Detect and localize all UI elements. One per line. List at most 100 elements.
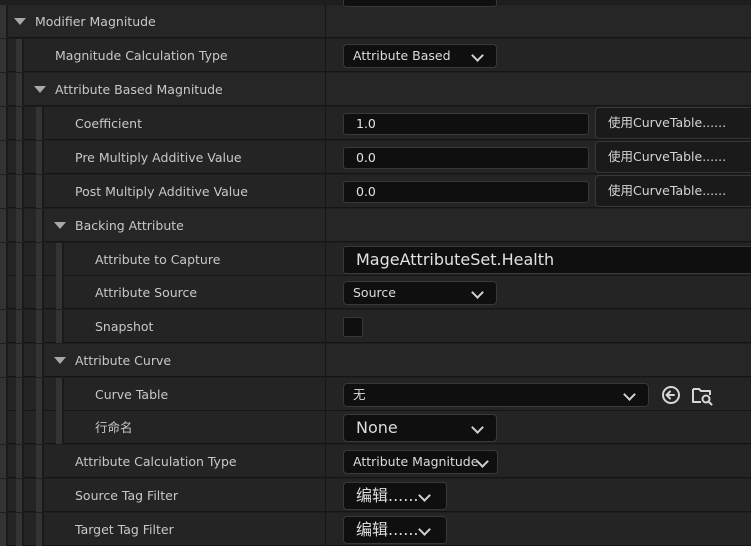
target-tag-filter-row: Target Tag Filter 编辑...... <box>0 513 751 546</box>
indent-bar <box>16 344 24 377</box>
pre-multiply-label: Pre Multiply Additive Value <box>75 150 242 165</box>
coefficient-label: Coefficient <box>75 116 143 131</box>
snapshot-row: Snapshot <box>0 310 751 343</box>
indent-bar <box>36 378 44 411</box>
source-tag-filter-edit-button[interactable]: 编辑...... <box>343 482 447 510</box>
snapshot-checkbox[interactable] <box>343 317 363 337</box>
indent-bar <box>56 310 64 343</box>
attribute-calculation-type-label: Attribute Calculation Type <box>75 454 237 469</box>
attribute-based-magnitude-row[interactable]: Attribute Based Magnitude <box>0 73 751 106</box>
magnitude-calculation-type-row: Magnitude Calculation Type Attribute Bas… <box>0 39 751 72</box>
browse-asset-icon[interactable] <box>690 383 714 407</box>
attribute-source-row: Attribute Source Source <box>0 276 751 309</box>
chevron-down-icon <box>471 286 484 299</box>
expand-arrow-icon[interactable] <box>14 18 26 25</box>
attribute-source-value: Source <box>353 285 396 300</box>
attribute-curve-row[interactable]: Attribute Curve <box>0 344 751 377</box>
indent-bar <box>0 479 8 512</box>
row-name-label: 行命名 <box>95 420 133 435</box>
magnitude-calculation-type-dropdown[interactable]: Attribute Based <box>343 44 497 68</box>
indent-bar <box>36 209 44 242</box>
expand-arrow-icon[interactable] <box>54 222 66 229</box>
indent-bar <box>36 344 44 377</box>
column-divider <box>325 107 326 139</box>
indent-bar <box>36 411 44 444</box>
column-divider <box>325 310 326 342</box>
source-tag-filter-value: 编辑...... <box>356 486 419 505</box>
indent-bar <box>56 378 64 411</box>
coefficient-input[interactable]: 1.0 <box>343 113 589 135</box>
attribute-calculation-type-dropdown[interactable]: Attribute Magnitude <box>343 450 498 474</box>
column-divider <box>325 445 326 477</box>
chevron-down-icon <box>418 489 431 502</box>
row-name-dropdown[interactable]: None <box>343 414 497 442</box>
indent-bar <box>0 411 8 444</box>
indent-bar <box>0 141 8 174</box>
indent-bar <box>0 513 8 546</box>
pre-multiply-input[interactable]: 0.0 <box>343 147 589 169</box>
indent-bar <box>36 479 44 512</box>
indent-bar <box>56 243 64 276</box>
attribute-source-label: Attribute Source <box>95 285 198 300</box>
modifier-magnitude-label: Modifier Magnitude <box>35 14 156 29</box>
indent-bar <box>16 378 24 411</box>
column-divider <box>325 243 326 275</box>
attribute-to-capture-field[interactable]: MageAttributeSet.Health <box>343 246 751 274</box>
row-name-value: None <box>356 418 398 437</box>
indent-bar <box>16 141 24 174</box>
indent-bar <box>16 73 24 106</box>
column-divider <box>325 209 326 241</box>
column-divider <box>325 276 326 308</box>
indent-bar <box>36 107 44 140</box>
pre-multiply-curve-table-button[interactable]: 使用CurveTable...... <box>595 141 751 173</box>
column-divider <box>325 513 326 545</box>
target-tag-filter-label: Target Tag Filter <box>75 522 174 537</box>
indent-bar <box>0 107 8 140</box>
column-divider <box>325 175 326 207</box>
chevron-down-icon <box>471 49 484 62</box>
column-divider <box>325 378 326 410</box>
expand-arrow-icon[interactable] <box>54 357 66 364</box>
indent-bar <box>0 310 8 343</box>
coefficient-curve-table-button[interactable]: 使用CurveTable...... <box>595 107 751 139</box>
post-multiply-input[interactable]: 0.0 <box>343 181 589 203</box>
indent-bar <box>36 141 44 174</box>
indent-bar <box>36 445 44 478</box>
indent-bar <box>0 5 8 38</box>
backing-attribute-label: Backing Attribute <box>75 218 184 233</box>
post-multiply-curve-table-button[interactable]: 使用CurveTable...... <box>595 175 751 207</box>
target-tag-filter-value: 编辑...... <box>356 520 419 539</box>
indent-bar <box>36 513 44 546</box>
indent-bar <box>0 73 8 106</box>
curve-table-row: Curve Table 无 <box>0 378 751 411</box>
backing-attribute-row[interactable]: Backing Attribute <box>0 209 751 242</box>
indent-bar <box>56 411 64 444</box>
source-tag-filter-row: Source Tag Filter 编辑...... <box>0 479 751 512</box>
indent-bar <box>36 276 44 309</box>
column-divider <box>325 344 326 376</box>
indent-bar <box>16 243 24 276</box>
chevron-down-icon <box>623 388 636 401</box>
indent-bar <box>16 411 24 444</box>
magnitude-calculation-type-value: Attribute Based <box>353 48 451 63</box>
indent-bar <box>16 310 24 343</box>
post-multiply-row: Post Multiply Additive Value 0.0 使用Curve… <box>0 175 751 208</box>
use-selected-asset-icon[interactable] <box>659 383 683 407</box>
indent-bar <box>16 107 24 140</box>
column-divider <box>325 73 326 105</box>
indent-bar <box>36 310 44 343</box>
curve-table-asset-picker[interactable]: 无 <box>343 383 649 407</box>
attribute-curve-label: Attribute Curve <box>75 353 172 368</box>
modifier-magnitude-row[interactable]: Modifier Magnitude <box>0 0 751 38</box>
indent-bar <box>0 344 8 377</box>
indent-bar <box>0 243 8 276</box>
attribute-calculation-type-row: Attribute Calculation Type Attribute Mag… <box>0 445 751 478</box>
indent-bar <box>0 445 8 478</box>
expand-arrow-icon[interactable] <box>34 86 46 93</box>
chevron-down-icon <box>418 523 431 536</box>
previous-field-edge <box>343 0 497 7</box>
post-multiply-label: Post Multiply Additive Value <box>75 184 248 199</box>
magnitude-calculation-type-label: Magnitude Calculation Type <box>55 48 228 63</box>
attribute-source-dropdown[interactable]: Source <box>343 281 497 305</box>
attribute-to-capture-row: Attribute to Capture MageAttributeSet.He… <box>0 243 751 276</box>
